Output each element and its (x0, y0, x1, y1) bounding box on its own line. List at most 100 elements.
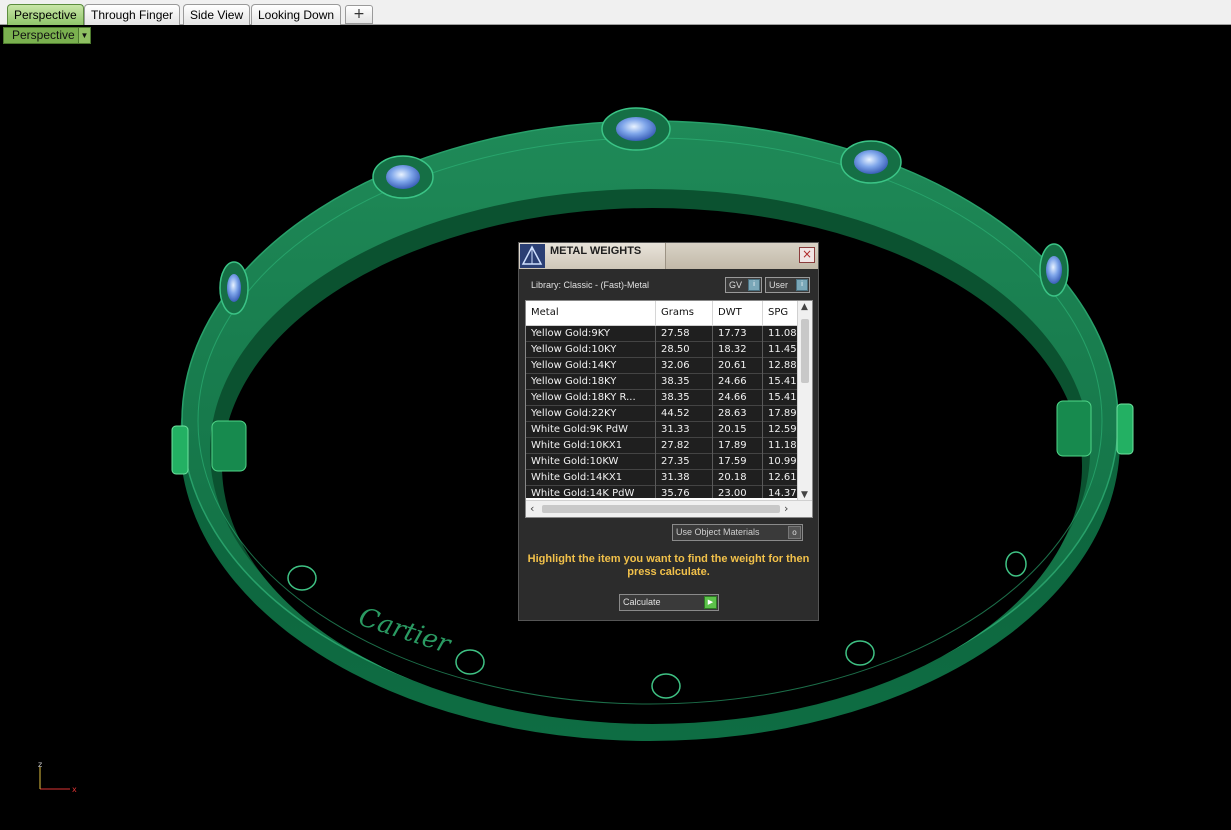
add-tab-icon[interactable]: + (345, 5, 373, 24)
axis-z-label: z (38, 761, 42, 769)
column-header-dwt[interactable]: DWT (713, 301, 763, 326)
table-header: Metal Grams DWT SPG (526, 301, 798, 326)
dialog-title-bar[interactable]: METAL WEIGHTS × (519, 243, 818, 269)
axis-x-label: x (72, 785, 77, 794)
table-cell: Yellow Gold:9KY (526, 326, 656, 342)
scroll-thumb[interactable] (801, 319, 809, 383)
info-icon: i (796, 279, 808, 291)
gv-toggle[interactable]: GV i (725, 277, 762, 293)
table-cell: 12.61 (768, 472, 797, 483)
table-cell: White Gold:14K PdW (526, 486, 656, 498)
table-cell: 20.18 (713, 470, 763, 486)
table-cell: 27.35 (656, 454, 713, 470)
view-select-dropdown[interactable]: Perspective ▼ (3, 27, 91, 44)
calculate-button[interactable]: Calculate ▶ (619, 594, 719, 611)
title-bar-strip (665, 243, 818, 269)
metal-weights-table: Metal Grams DWT SPG Yellow Gold:9KY 27.58… (525, 300, 813, 518)
table-cell: 11.18 (768, 440, 797, 451)
table-row[interactable]: Yellow Gold:18KY 38.35 24.66 15.41 (526, 374, 798, 390)
table-row[interactable]: White Gold:10KX1 27.82 17.89 11.18 (526, 438, 798, 454)
info-icon: i (748, 279, 760, 291)
table-row[interactable]: White Gold:9K PdW 31.33 20.15 12.59 (526, 422, 798, 438)
table-cell: 20.61 (713, 358, 763, 374)
table-cell: 38.35 (656, 390, 713, 406)
view-select-label: Perspective (12, 28, 75, 42)
table-cell: Yellow Gold:18KY (526, 374, 656, 390)
table-cell: 10.99 (768, 456, 797, 467)
tab-side-view[interactable]: Side View (183, 4, 251, 25)
table-cell: 12.88 (768, 360, 797, 371)
column-header-grams[interactable]: Grams (656, 301, 713, 326)
table-cell: 38.35 (656, 374, 713, 390)
close-icon[interactable]: × (799, 247, 815, 263)
table-cell: 17.73 (713, 326, 763, 342)
table-cell: 24.66 (713, 374, 763, 390)
table-cell: 35.76 (656, 486, 713, 498)
table-body: Yellow Gold:9KY 27.58 17.73 11.08 Yellow Gol… (526, 326, 798, 498)
table-cell: 17.89 (768, 408, 797, 419)
table-cell: 14.37 (768, 488, 797, 498)
library-label: Library: Classic - (Fast)-Metal (531, 280, 650, 290)
table-cell: 15.41 (768, 376, 797, 387)
table-row[interactable]: Yellow Gold:18KY R... 38.35 24.66 15.41 (526, 390, 798, 406)
scroll-up-icon[interactable]: ▲ (801, 302, 808, 312)
chevron-down-icon[interactable]: ▼ (78, 28, 90, 43)
table-cell: 27.58 (656, 326, 713, 342)
scroll-right-icon[interactable]: › (784, 502, 788, 515)
user-label: User (769, 280, 789, 290)
table-cell: 28.50 (656, 342, 713, 358)
use-object-materials-toggle[interactable]: Use Object Materials o (672, 524, 803, 541)
table-cell: 32.06 (656, 358, 713, 374)
table-cell: 31.38 (656, 470, 713, 486)
radio-icon: o (788, 526, 801, 539)
tab-through-finger[interactable]: Through Finger (84, 4, 181, 25)
table-cell: 28.63 (713, 406, 763, 422)
gv-label: GV (729, 280, 743, 290)
user-toggle[interactable]: User i (765, 277, 810, 293)
dialog-title: METAL WEIGHTS (550, 245, 642, 257)
view-tab-bar: Perspective Through Finger Side View Loo… (0, 0, 1231, 25)
table-cell: White Gold:10KW (526, 454, 656, 470)
table-cell: 17.89 (713, 438, 763, 454)
table-cell: 20.15 (713, 422, 763, 438)
metal-weights-dialog: METAL WEIGHTS × Library: Classic - (Fast… (518, 242, 819, 621)
table-cell: 23.00 (713, 486, 763, 498)
table-row[interactable]: White Gold:14K PdW 35.76 23.00 14.37 (526, 486, 798, 498)
column-header-metal[interactable]: Metal (526, 301, 656, 326)
table-cell: Yellow Gold:18KY R... (526, 390, 656, 406)
app-logo-icon (520, 244, 545, 268)
table-row[interactable]: Yellow Gold:22KY 44.52 28.63 17.89 (526, 406, 798, 422)
table-cell: 11.08 (768, 328, 797, 339)
table-row[interactable]: White Gold:14KX1 31.38 20.18 12.61 (526, 470, 798, 486)
table-cell: White Gold:9K PdW (526, 422, 656, 438)
table-row[interactable]: Yellow Gold:10KY 28.50 18.32 11.45 (526, 342, 798, 358)
table-cell: 31.33 (656, 422, 713, 438)
table-row[interactable]: Yellow Gold:14KY 32.06 20.61 12.88 (526, 358, 798, 374)
scroll-thumb[interactable] (542, 505, 780, 513)
use-object-materials-label: Use Object Materials (676, 527, 760, 537)
scroll-down-icon[interactable]: ▼ (801, 490, 808, 500)
vertical-scrollbar[interactable]: ▲ ▼ (797, 301, 812, 501)
table-cell: 18.32 (713, 342, 763, 358)
table-cell: White Gold:10KX1 (526, 438, 656, 454)
tab-looking-down[interactable]: Looking Down (251, 4, 342, 25)
table-cell: Yellow Gold:10KY (526, 342, 656, 358)
table-cell: 17.59 (713, 454, 763, 470)
horizontal-scrollbar[interactable]: ‹ › (526, 500, 812, 517)
instruction-text: Highlight the item you want to find the … (527, 553, 810, 578)
table-cell: 11.45 (768, 344, 797, 355)
scroll-left-icon[interactable]: ‹ (530, 502, 534, 515)
table-row[interactable]: Yellow Gold:9KY 27.58 17.73 11.08 (526, 326, 798, 342)
table-cell: 24.66 (713, 390, 763, 406)
tab-perspective[interactable]: Perspective (7, 4, 84, 25)
table-cell: 15.41 (768, 392, 797, 403)
table-cell: White Gold:14KX1 (526, 470, 656, 486)
axis-gizmo: x z (38, 761, 77, 794)
table-row[interactable]: White Gold:10KW 27.35 17.59 10.99 (526, 454, 798, 470)
table-cell: Yellow Gold:22KY (526, 406, 656, 422)
play-icon: ▶ (704, 596, 717, 609)
table-cell: 44.52 (656, 406, 713, 422)
table-cell: Yellow Gold:14KY (526, 358, 656, 374)
calculate-label: Calculate (623, 597, 661, 607)
table-cell: 12.59 (768, 424, 797, 435)
